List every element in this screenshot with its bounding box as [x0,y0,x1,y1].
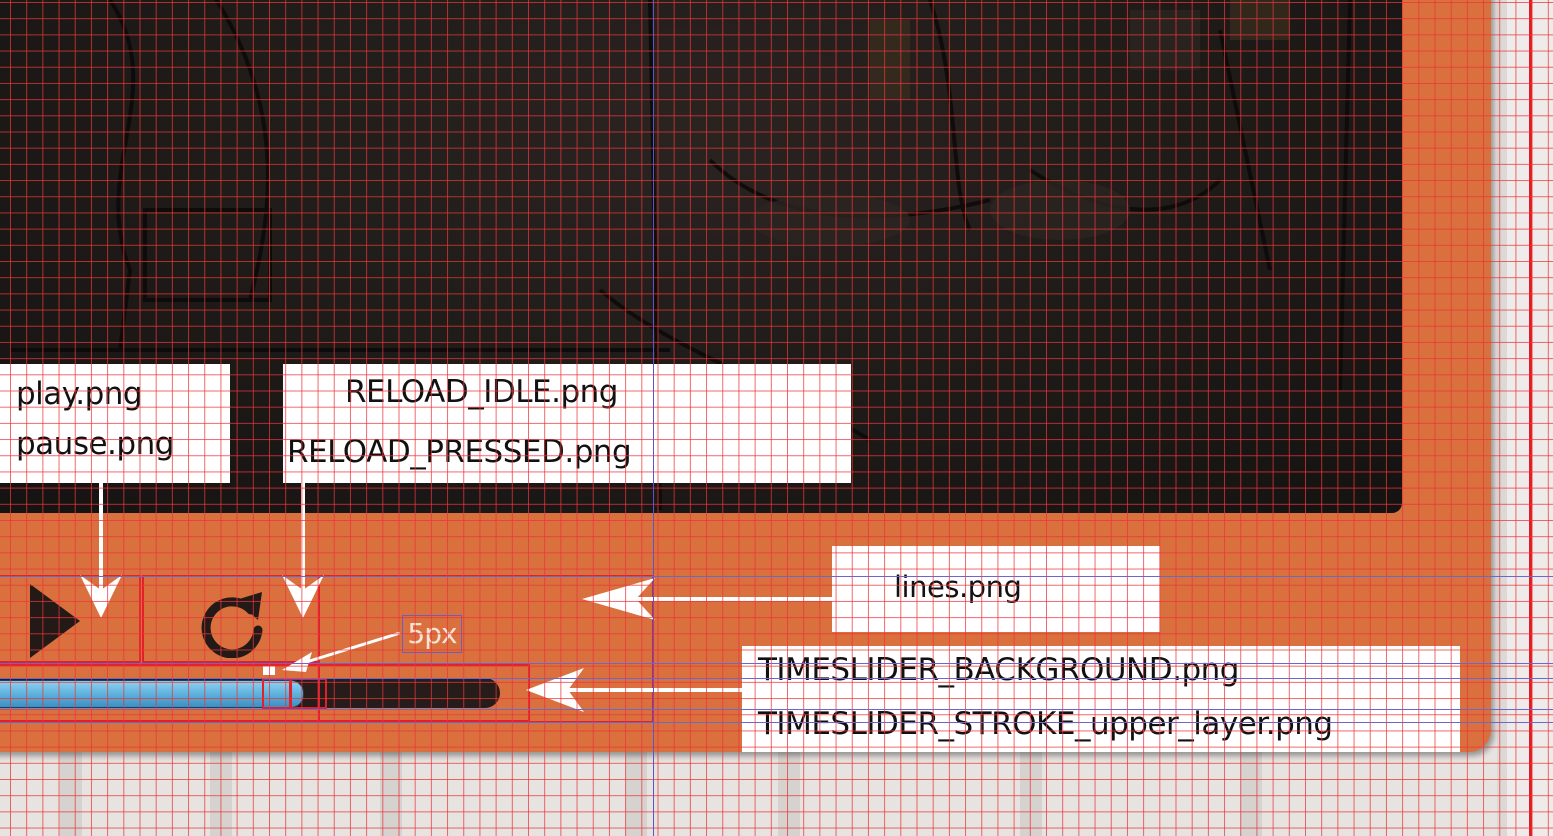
guide-line-horizontal [0,722,1553,723]
annotation-arrows [80,483,832,712]
guide-line-horizontal [0,678,1553,679]
guide-line-horizontal [0,576,1553,577]
arrow-icon [282,652,312,672]
guide-line-horizontal [0,663,1553,664]
guide-line-vertical [653,0,654,836]
guide-line-horizontal [0,709,1553,710]
spacing-annotation: 5px [402,615,462,653]
